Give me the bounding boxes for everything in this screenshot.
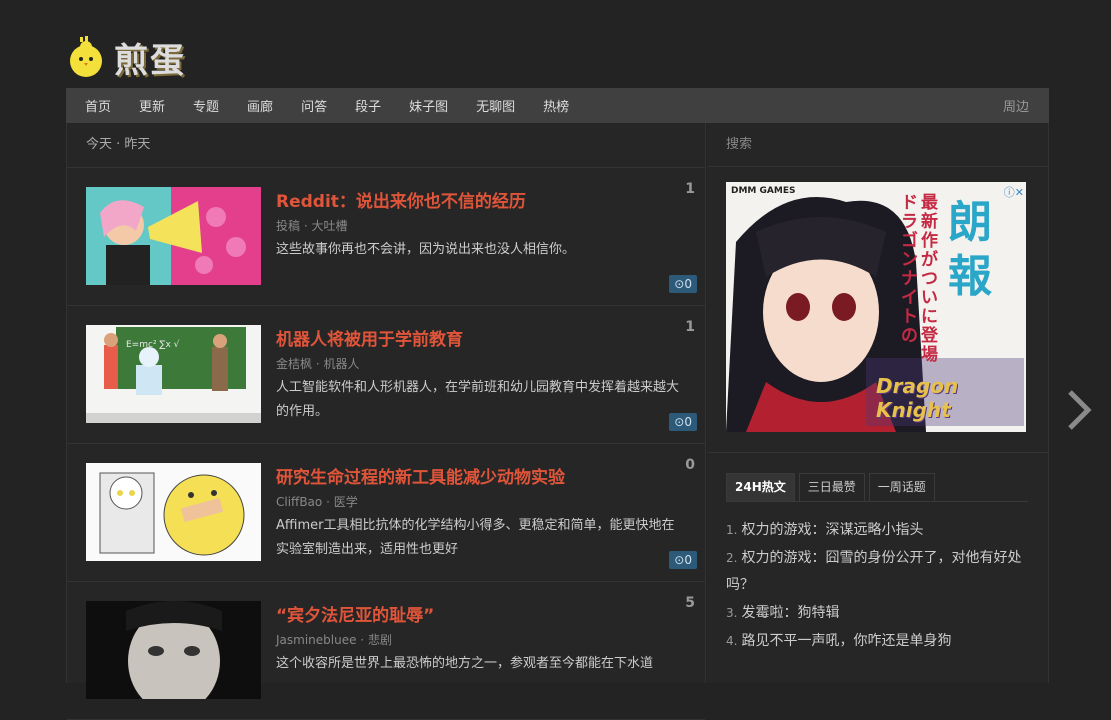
nav-merch[interactable]: 周边 xyxy=(1003,96,1029,115)
post-item: Reddit：说出来你也不信的经历 投稿 · 大吐槽 这些故事你再也不会讲，因为… xyxy=(67,168,705,306)
chevron-right-icon[interactable] xyxy=(1064,388,1094,438)
post-tag[interactable]: 机器人 xyxy=(323,357,359,371)
ad-banner[interactable]: DMM GAMES ⓘ✕ 最新作がついに登場 ドラゴンナイトの 朗報 Drago… xyxy=(726,182,1026,432)
hot-index: 3. xyxy=(726,606,738,620)
hot-index: 4. xyxy=(726,634,738,648)
hot-tabs: 24H热文 三日最赞 一周话题 xyxy=(726,473,1028,502)
post-thumbnail[interactable] xyxy=(86,463,261,561)
hot-title[interactable]: 发霉啦：狗特辑 xyxy=(741,605,839,621)
post-author[interactable]: CliffBao xyxy=(276,495,322,509)
post-count: 0 xyxy=(685,457,695,473)
meta-separator: · xyxy=(356,633,368,647)
comment-badge[interactable]: ⊙0 xyxy=(669,275,697,293)
post-title[interactable]: 机器人将被用于学前教育 xyxy=(276,325,463,350)
post-thumbnail[interactable]: E=mc² ∑x √ xyxy=(86,325,261,423)
nav-jokes[interactable]: 段子 xyxy=(355,96,381,115)
day-tabs: 今天 · 昨天 xyxy=(67,123,705,168)
tab-3day[interactable]: 三日最赞 xyxy=(798,473,865,501)
post-count: 1 xyxy=(685,319,695,335)
tab-24h[interactable]: 24H热文 xyxy=(726,473,795,501)
post-count: 5 xyxy=(685,595,695,611)
main-nav: 首页 更新 专题 画廊 问答 段子 妹子图 无聊图 热榜 周边 xyxy=(66,88,1049,123)
post-excerpt: 这些故事你再也不会讲，因为说出来也没人相信你。 xyxy=(276,242,576,257)
nav-topics[interactable]: 专题 xyxy=(193,96,219,115)
hot-index: 2. xyxy=(726,551,738,565)
post-item: E=mc² ∑x √ 机器人将被用于学前教育 金桔枫 · 机器人 人工智能软件和… xyxy=(67,306,705,444)
tab-yesterday[interactable]: 昨天 xyxy=(124,137,150,152)
sidebar: 搜索 DMM GAMES ⓘ✕ 最新作がついに登場 ドラゴンナイトの 朗報 Dr… xyxy=(707,123,1049,683)
hot-item[interactable]: 1. 权力的游戏：深谋远略小指头 xyxy=(726,517,1031,544)
post-meta: 投稿 · 大吐槽 xyxy=(276,217,347,234)
post-title[interactable]: 研究生命过程的新工具能减少动物实验 xyxy=(276,463,565,488)
hot-list: 1. 权力的游戏：深谋远略小指头 2. 权力的游戏：囧雪的身份公开了，对他有好处吗？… xyxy=(726,517,1031,656)
nav-pics[interactable]: 无聊图 xyxy=(476,96,515,115)
nav-updates[interactable]: 更新 xyxy=(139,96,165,115)
search-input[interactable]: 搜索 xyxy=(707,123,1048,167)
post-title[interactable]: “宾夕法尼亚的耻辱” xyxy=(276,601,434,626)
ad-game-logo: Dragon Knight xyxy=(876,374,959,422)
meta-separator: · xyxy=(300,219,312,233)
nav-qa[interactable]: 问答 xyxy=(301,96,327,115)
comment-badge[interactable]: ⊙0 xyxy=(669,551,697,569)
hot-title[interactable]: 权力的游戏：深谋远略小指头 xyxy=(741,522,923,538)
post-author[interactable]: 投稿 xyxy=(276,219,300,233)
site-logo[interactable]: 煎蛋 xyxy=(64,32,186,82)
nav-gallery[interactable]: 画廊 xyxy=(247,96,273,115)
post-meta: Jasminebluee · 悲剧 xyxy=(276,631,392,648)
post-excerpt: Affimer工具相比抗体的化学结构小得多、更稳定和简单，能更快地在实验室制造出… xyxy=(276,518,675,557)
tab-week[interactable]: 一周话题 xyxy=(868,473,935,501)
tab-today[interactable]: 今天 xyxy=(86,137,112,152)
hot-item[interactable]: 4. 路见不平一声吼，你咋还是单身狗 xyxy=(726,628,1031,655)
comment-badge[interactable]: ⊙0 xyxy=(669,413,697,431)
post-item: 研究生命过程的新工具能减少动物实验 CliffBao · 医学 Affimer工… xyxy=(67,444,705,582)
post-tag[interactable]: 悲剧 xyxy=(368,633,392,647)
post-excerpt: 这个收容所是世界上最恐怖的地方之一，参观者至今都能在下水道 xyxy=(276,656,654,671)
chick-icon xyxy=(70,36,102,77)
meta-separator: · xyxy=(322,495,334,509)
post-count: 1 xyxy=(685,181,695,197)
post-meta: CliffBao · 医学 xyxy=(276,493,358,510)
hot-item[interactable]: 2. 权力的游戏：囧雪的身份公开了，对他有好处吗？ xyxy=(726,545,1031,599)
meta-separator: · xyxy=(312,357,324,371)
hot-title[interactable]: 权力的游戏：囧雪的身份公开了，对他有好处吗？ xyxy=(726,550,1021,593)
post-author[interactable]: 金桔枫 xyxy=(276,357,312,371)
divider xyxy=(707,452,1048,453)
ad-tagline-2: ドラゴンナイトの xyxy=(901,193,918,346)
day-separator: · xyxy=(112,137,125,152)
ad-headline: 朗報 xyxy=(948,197,992,302)
ad-tagline: 最新作がついに登場 xyxy=(921,193,938,365)
nav-hot[interactable]: 热榜 xyxy=(543,96,569,115)
hot-title[interactable]: 路见不平一声吼，你咋还是单身狗 xyxy=(741,633,951,649)
post-author[interactable]: Jasminebluee xyxy=(276,633,356,647)
post-tag[interactable]: 大吐槽 xyxy=(311,219,347,233)
hot-item[interactable]: 3. 发霉啦：狗特辑 xyxy=(726,600,1031,627)
post-title[interactable]: Reddit：说出来你也不信的经历 xyxy=(276,187,526,212)
post-meta: 金桔枫 · 机器人 xyxy=(276,355,359,372)
post-excerpt: 人工智能软件和人形机器人，在学前班和幼儿园教育中发挥着越来越大的作用。 xyxy=(276,380,680,419)
ad-brand: DMM GAMES xyxy=(731,186,796,196)
post-item: “宾夕法尼亚的耻辱” Jasminebluee · 悲剧 这个收容所是世界上最恐… xyxy=(67,582,705,720)
post-tag[interactable]: 医学 xyxy=(334,495,358,509)
post-list: 今天 · 昨天 Reddit：说出来你也不信的经历 投稿 · 大吐槽 这些故事你… xyxy=(66,123,706,720)
post-thumbnail[interactable] xyxy=(86,601,261,699)
nav-girls[interactable]: 妹子图 xyxy=(409,96,448,115)
nav-home[interactable]: 首页 xyxy=(85,96,111,115)
hot-index: 1. xyxy=(726,523,738,537)
logo-text: 煎蛋 xyxy=(114,40,186,81)
post-thumbnail[interactable] xyxy=(86,187,261,285)
